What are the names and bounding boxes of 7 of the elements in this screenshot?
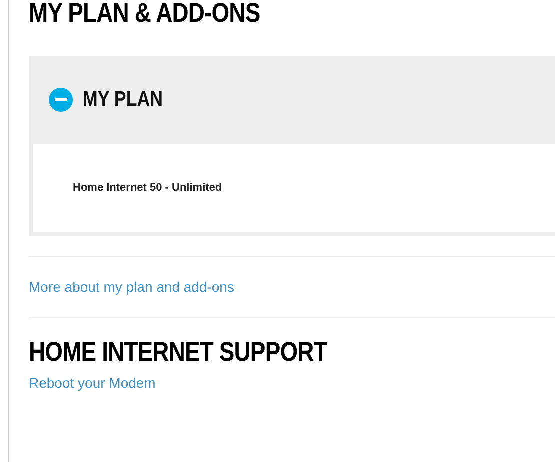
reboot-modem-link[interactable]: Reboot your Modem: [29, 374, 156, 392]
page-title: MY PLAN & ADD-ONS: [29, 0, 262, 26]
minus-icon: [49, 88, 73, 112]
plan-panel-header[interactable]: MY PLAN: [33, 56, 555, 144]
plan-name: Home Internet 50 - Unlimited: [73, 180, 224, 196]
support-title: HOME INTERNET SUPPORT: [29, 337, 328, 367]
more-plan-link[interactable]: More about my plan and add-ons: [29, 278, 234, 296]
